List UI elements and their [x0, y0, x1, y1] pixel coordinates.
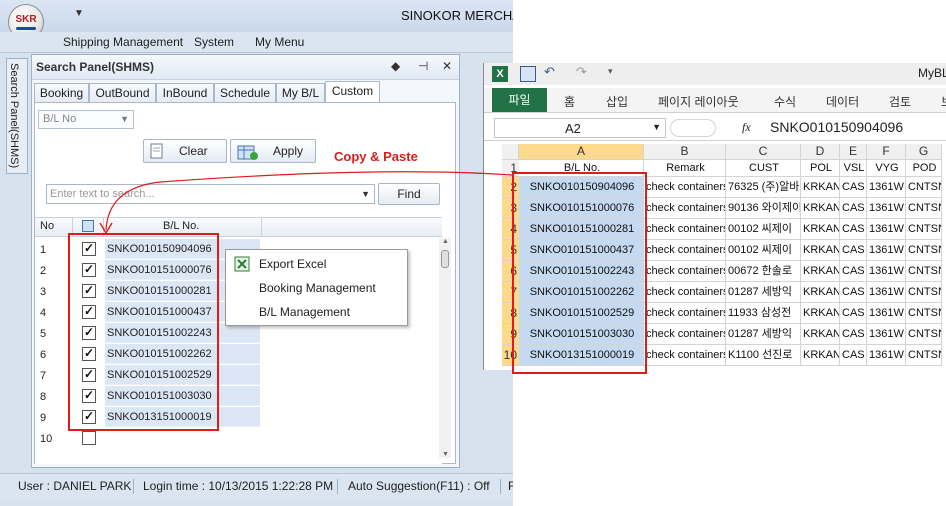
copy-paste-arrow	[99, 171, 513, 235]
copy-paste-label: Copy & Paste	[334, 149, 418, 164]
